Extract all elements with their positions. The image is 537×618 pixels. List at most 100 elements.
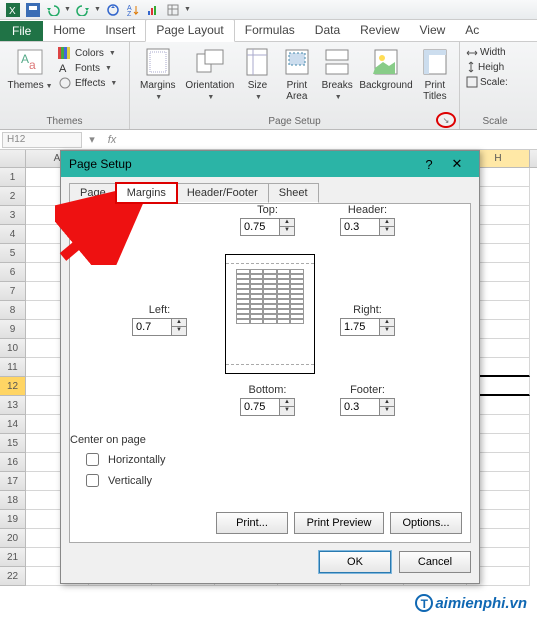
page-setup-dialog: Page Setup ? ✕ Page Margins Header/Foote… <box>60 150 480 584</box>
center-horizontally-checkbox[interactable]: Horizontally <box>82 450 165 469</box>
pivot-icon[interactable] <box>164 2 182 18</box>
row-header[interactable]: 11 <box>0 358 26 377</box>
spin-down-icon[interactable]: ▼ <box>172 327 186 335</box>
print-preview-button[interactable]: Print Preview <box>294 512 384 534</box>
print-titles-icon <box>419 46 451 78</box>
effects-button[interactable]: Effects▼ <box>58 76 117 90</box>
refresh-icon[interactable] <box>104 2 122 18</box>
name-box[interactable] <box>2 132 82 148</box>
center-vertically-checkbox[interactable]: Vertically <box>82 471 165 490</box>
row-header[interactable]: 15 <box>0 434 26 453</box>
print-area-button[interactable]: Print Area <box>279 44 315 102</box>
row-header[interactable]: 13 <box>0 396 26 415</box>
tab-formulas[interactable]: Formulas <box>235 20 305 41</box>
print-titles-button[interactable]: Print Titles <box>417 44 453 102</box>
background-icon <box>370 46 402 78</box>
row-header[interactable]: 6 <box>0 263 26 282</box>
themes-icon: Aa <box>14 46 46 78</box>
row-header[interactable]: 3 <box>0 206 26 225</box>
top-margin-input[interactable] <box>240 218 280 236</box>
row-header[interactable]: 2 <box>0 187 26 206</box>
row-header[interactable]: 22 <box>0 567 26 586</box>
row-header[interactable]: 9 <box>0 320 26 339</box>
tab-page-layout[interactable]: Page Layout <box>145 19 234 42</box>
spin-up-icon[interactable]: ▲ <box>280 399 294 407</box>
row-header[interactable]: 5 <box>0 244 26 263</box>
tab-review[interactable]: Review <box>350 20 409 41</box>
right-margin-input[interactable] <box>340 318 380 336</box>
qat-customize-icon[interactable]: ▼ <box>184 6 192 13</box>
tab-view[interactable]: View <box>410 20 456 41</box>
row-header[interactable]: 8 <box>0 301 26 320</box>
dialog-tab-sheet[interactable]: Sheet <box>268 183 319 203</box>
spin-down-icon[interactable]: ▼ <box>380 227 394 235</box>
undo-dropdown-icon[interactable]: ▼ <box>64 6 72 13</box>
dialog-tab-header-footer[interactable]: Header/Footer <box>176 183 269 203</box>
dialog-close-button[interactable]: ✕ <box>443 156 471 172</box>
spin-down-icon[interactable]: ▼ <box>280 227 294 235</box>
redo-dropdown-icon[interactable]: ▼ <box>94 6 102 13</box>
file-tab[interactable]: File <box>0 21 43 41</box>
dialog-tab-margins[interactable]: Margins <box>116 183 177 203</box>
breaks-button[interactable]: Breaks▼ <box>319 44 355 103</box>
chart-icon[interactable] <box>144 2 162 18</box>
margins-button[interactable]: Margins▼ <box>136 44 180 103</box>
spin-up-icon[interactable]: ▲ <box>172 319 186 327</box>
spin-up-icon[interactable]: ▲ <box>280 219 294 227</box>
print-button[interactable]: Print... <box>216 512 288 534</box>
top-margin-field: Top: ▲▼ <box>240 204 295 236</box>
quick-access-toolbar: X ▼ ▼ AZ ▼ <box>0 0 537 20</box>
row-header[interactable]: 12 <box>0 377 26 396</box>
row-header[interactable]: 10 <box>0 339 26 358</box>
row-header[interactable]: 14 <box>0 415 26 434</box>
dialog-tab-page[interactable]: Page <box>69 183 117 203</box>
row-header[interactable]: 19 <box>0 510 26 529</box>
spin-down-icon[interactable]: ▼ <box>280 407 294 415</box>
sort-icon[interactable]: AZ <box>124 2 142 18</box>
row-header[interactable]: 1 <box>0 168 26 187</box>
themes-button[interactable]: Aa Themes▼ <box>6 44 54 92</box>
orientation-button[interactable]: Orientation▼ <box>184 44 237 103</box>
cancel-button[interactable]: Cancel <box>399 551 471 573</box>
row-header[interactable]: 18 <box>0 491 26 510</box>
excel-icon[interactable]: X <box>4 2 22 18</box>
dialog-titlebar[interactable]: Page Setup ? ✕ <box>61 151 479 177</box>
save-icon[interactable] <box>24 2 42 18</box>
background-button[interactable]: Background <box>359 44 412 91</box>
width-field[interactable]: Width <box>466 46 506 59</box>
scale-field[interactable]: Scale: <box>466 75 508 89</box>
redo-icon[interactable] <box>74 2 92 18</box>
fonts-button[interactable]: AFonts▼ <box>58 61 117 75</box>
dialog-help-button[interactable]: ? <box>415 157 443 172</box>
spin-down-icon[interactable]: ▼ <box>380 407 394 415</box>
fx-button[interactable]: fx <box>102 134 122 146</box>
left-margin-input[interactable] <box>132 318 172 336</box>
spin-down-icon[interactable]: ▼ <box>380 327 394 335</box>
options-button[interactable]: Options... <box>390 512 462 534</box>
tab-home[interactable]: Home <box>43 20 95 41</box>
size-button[interactable]: Size▼ <box>240 44 274 103</box>
row-header[interactable]: 16 <box>0 453 26 472</box>
row-header[interactable]: 17 <box>0 472 26 491</box>
row-header[interactable]: 20 <box>0 529 26 548</box>
ok-button[interactable]: OK <box>319 551 391 573</box>
page-setup-dialog-launcher[interactable]: ↘ <box>436 112 456 128</box>
tab-insert[interactable]: Insert <box>95 20 145 41</box>
spin-up-icon[interactable]: ▲ <box>380 399 394 407</box>
footer-margin-input[interactable] <box>340 398 380 416</box>
spin-up-icon[interactable]: ▲ <box>380 219 394 227</box>
tab-data[interactable]: Data <box>305 20 350 41</box>
undo-icon[interactable] <box>44 2 62 18</box>
ribbon-tabs: File Home Insert Page Layout Formulas Da… <box>0 20 537 42</box>
colors-button[interactable]: Colors▼ <box>58 46 117 60</box>
row-header[interactable]: 21 <box>0 548 26 567</box>
height-field[interactable]: Heigh <box>466 60 504 74</box>
tab-extra[interactable]: Ac <box>455 20 489 41</box>
row-header[interactable]: 7 <box>0 282 26 301</box>
bottom-margin-input[interactable] <box>240 398 280 416</box>
header-margin-input[interactable] <box>340 218 380 236</box>
select-all-corner[interactable] <box>0 150 26 167</box>
spin-up-icon[interactable]: ▲ <box>380 319 394 327</box>
name-box-dropdown[interactable]: ▾ <box>82 133 102 146</box>
row-header[interactable]: 4 <box>0 225 26 244</box>
